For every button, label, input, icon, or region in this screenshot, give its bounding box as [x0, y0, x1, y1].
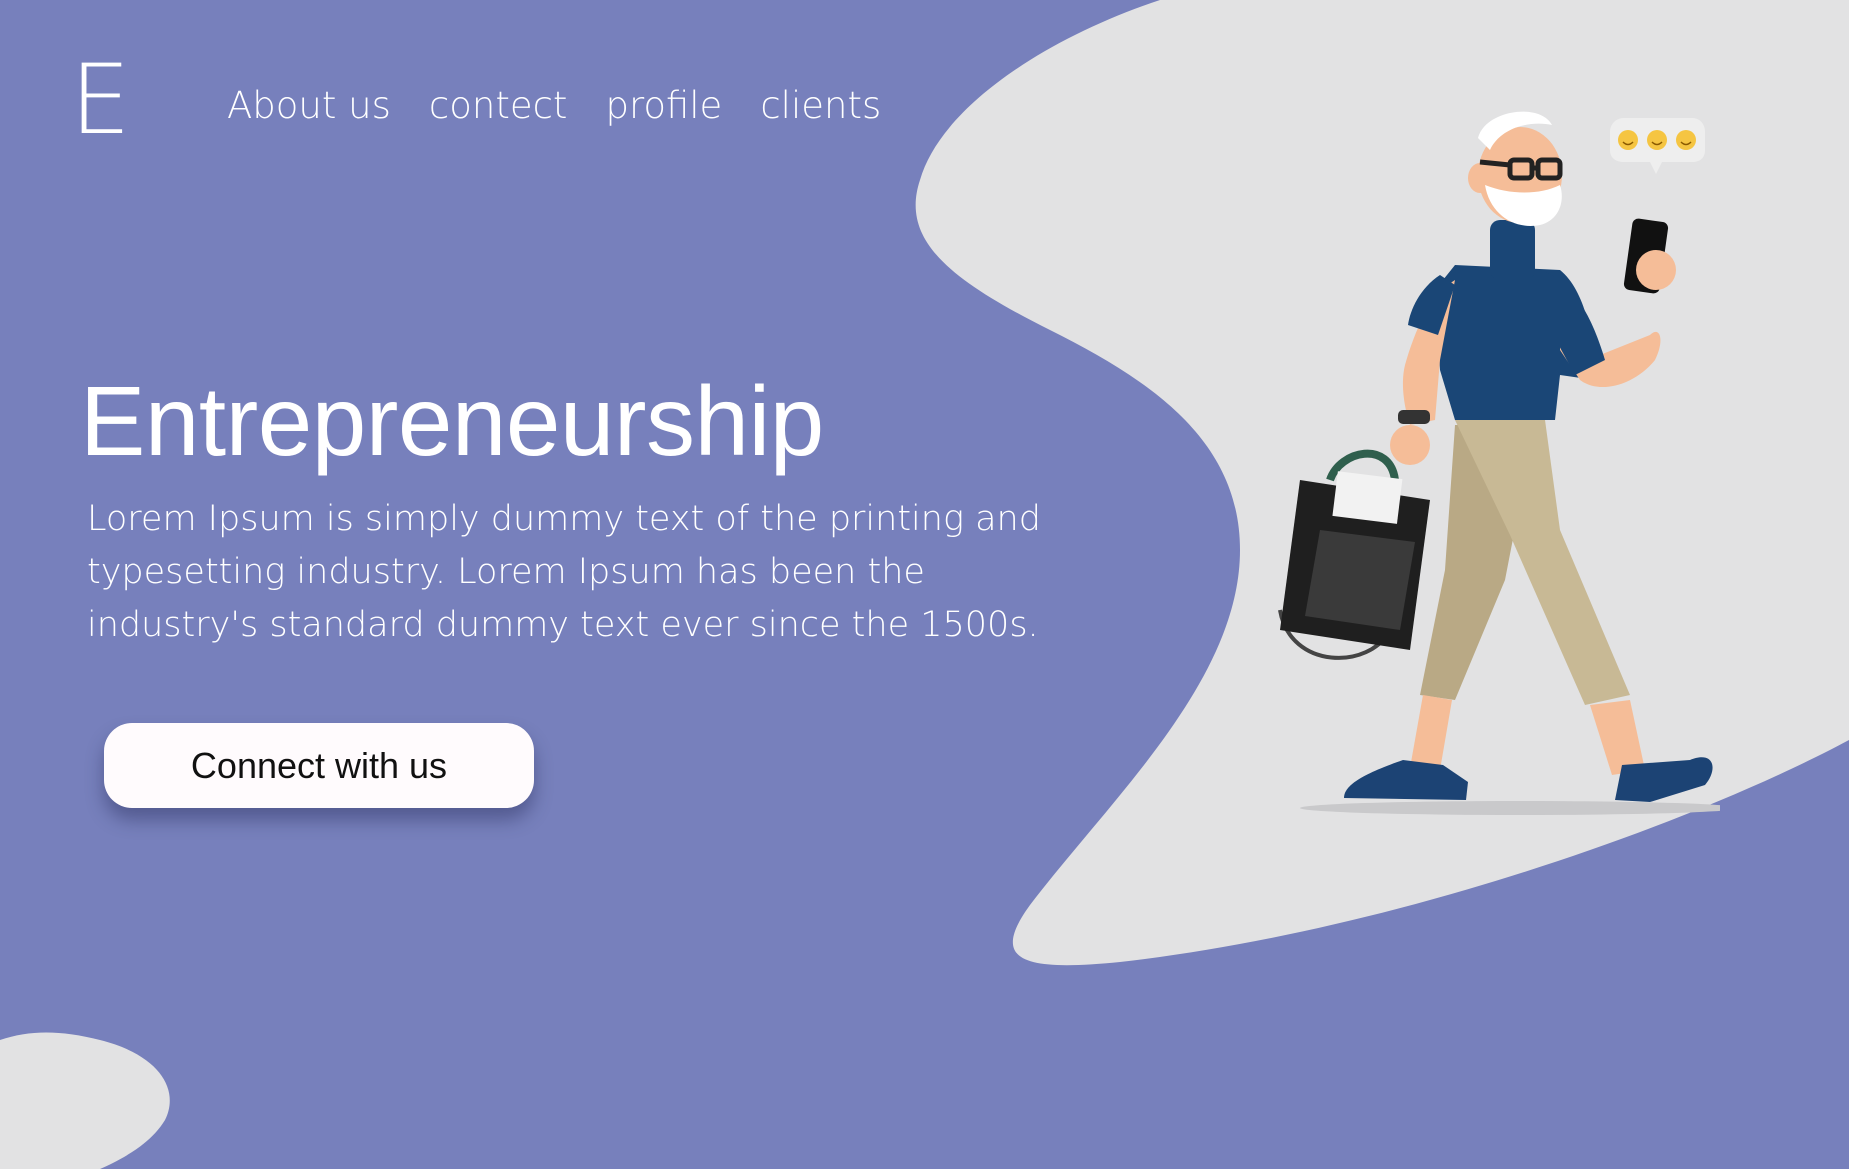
back-hand	[1390, 425, 1430, 465]
smiley-icon	[1676, 130, 1696, 150]
logo[interactable]: E	[70, 52, 131, 148]
ground-shadow	[1300, 801, 1720, 815]
main-nav: About us contect profile clients	[227, 84, 881, 128]
bag-paper	[1332, 471, 1403, 524]
front-ankle	[1590, 700, 1645, 775]
nav-item-contact[interactable]: contect	[429, 84, 568, 128]
watch-icon	[1398, 410, 1430, 424]
neck	[1490, 220, 1535, 280]
smiley-icon	[1618, 130, 1638, 150]
hero-title: Entrepreneurship	[80, 366, 824, 476]
nav-item-clients[interactable]: clients	[760, 84, 881, 128]
front-hand	[1636, 250, 1676, 290]
back-ankle	[1410, 695, 1452, 770]
back-shoe	[1344, 760, 1468, 800]
smiley-icon	[1647, 130, 1667, 150]
connect-button[interactable]: Connect with us	[104, 723, 534, 808]
nav-item-about-us[interactable]: About us	[227, 84, 391, 128]
background-blob-small	[0, 1032, 170, 1169]
bag-pocket	[1305, 530, 1415, 630]
hero-description: Lorem Ipsum is simply dummy text of the …	[87, 499, 1041, 645]
nav-item-profile[interactable]: profile	[605, 84, 722, 128]
walking-man-illustration	[1278, 111, 1720, 815]
